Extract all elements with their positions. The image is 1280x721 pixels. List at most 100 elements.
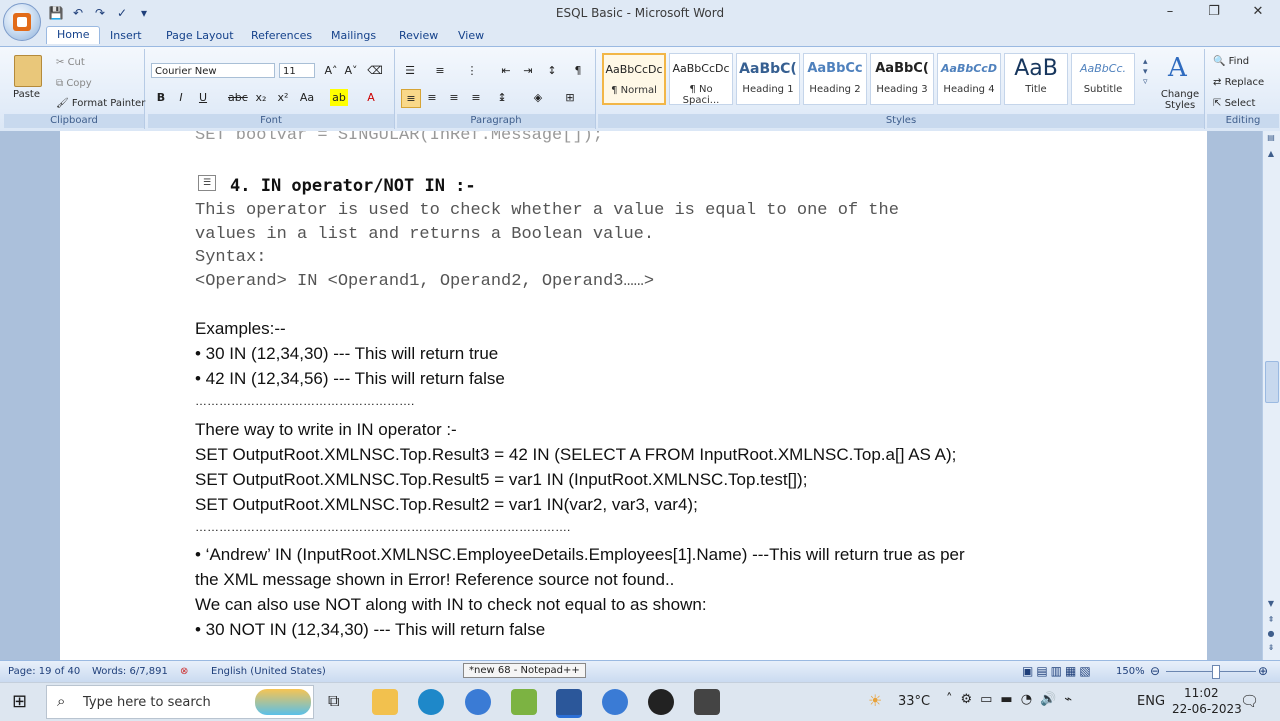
style-heading-4[interactable]: AaBbCcD Heading 4 [937,53,1001,105]
app-icon[interactable] [648,689,674,715]
justify-icon[interactable]: ≡ [467,89,485,106]
taskbar-search[interactable]: ⌕ Type here to search [46,685,314,719]
tab-page-layout[interactable]: Page Layout [166,29,234,42]
style-normal[interactable]: AaBbCcDc ¶ Normal [602,53,666,105]
line-spacing-icon[interactable]: ↨ [493,89,511,106]
shading-icon[interactable]: ◈ [529,89,547,106]
format-painter-button[interactable]: 🖌 Format Painter [56,98,145,109]
change-styles-button[interactable]: Change Styles [1160,89,1200,111]
clear-format-icon[interactable]: ⌫ [366,62,384,79]
change-case-icon[interactable]: Aa [298,89,316,106]
sort-icon[interactable]: ↕ [543,62,561,79]
align-left-icon[interactable]: ≡ [401,89,421,108]
view-buttons-icon[interactable]: ▣▤▥▦▧ [1022,664,1094,678]
globe-icon[interactable] [602,689,628,715]
cut-button[interactable]: ✂ Cut [56,57,85,68]
clock-date[interactable]: 22-06-2023 [1172,702,1242,716]
highlight-icon[interactable]: ab [330,89,348,106]
superscript-icon[interactable]: x² [274,89,292,106]
borders-icon[interactable]: ⊞ [561,89,579,106]
document-area[interactable]: SET boolvar = SINGULAR(InRef.Message[]);… [0,131,1263,660]
select-button[interactable]: ⇱ Select [1213,98,1255,109]
office-button[interactable] [3,3,41,41]
scroll-down-icon[interactable]: ▼ [1265,599,1277,611]
vertical-scrollbar[interactable]: ▤ ▲ ▼ ⇞ ● ⇟ [1262,131,1280,660]
bullets-icon[interactable]: ☰ [401,62,419,79]
subscript-icon[interactable]: x₂ [252,89,270,106]
shrink-font-icon[interactable]: A˅ [342,62,360,79]
paste-icon[interactable] [14,55,42,87]
show-marks-icon[interactable]: ¶ [569,62,587,79]
style-no-spacing[interactable]: AaBbCcDc ¶ No Spaci... [669,53,733,106]
paste-button[interactable]: Paste [13,89,40,100]
style-heading-1[interactable]: AaBbC(Heading 1 [736,53,800,105]
edge-icon[interactable] [418,689,444,715]
browser-icon[interactable] [465,689,491,715]
font-color-icon[interactable]: A [362,89,380,106]
next-page-icon[interactable]: ⇟ [1265,643,1277,655]
style-title[interactable]: AaB Title [1004,53,1068,105]
replace-icon: ⇄ [1213,77,1222,88]
tab-insert[interactable]: Insert [110,29,142,42]
maximize-button[interactable]: ❐ [1192,0,1236,24]
numbering-icon[interactable]: ≡ [431,62,449,79]
status-bar: Page: 19 of 40 Words: 6/7,891 ⊗ English … [0,660,1280,683]
increase-indent-icon[interactable]: ⇥ [519,62,537,79]
not-in-line: We can also use NOT along with IN to che… [195,595,707,614]
zoom-slider[interactable] [1166,671,1256,672]
notifications-icon[interactable]: 🗨 [1240,692,1259,710]
close-button[interactable]: ✕ [1236,0,1280,24]
replace-button[interactable]: ⇄ Replace [1213,77,1264,88]
tab-review[interactable]: Review [399,29,438,42]
word-count[interactable]: Words: 6/7,891 [92,666,168,677]
find-button[interactable]: 🔍 Find [1213,56,1249,67]
zoom-level[interactable]: 150% [1116,666,1145,677]
weather-temp[interactable]: 33°C [898,694,930,709]
tab-mailings[interactable]: Mailings [331,29,376,42]
file-explorer-icon[interactable] [372,689,398,715]
styles-scroll-icon[interactable]: ▴ ▾ ▿ [1143,57,1148,87]
zoom-slider-thumb[interactable] [1212,665,1220,679]
scroll-thumb[interactable] [1265,361,1279,403]
page-count[interactable]: Page: 19 of 40 [8,666,80,677]
word-icon[interactable] [556,689,582,718]
browse-object-icon[interactable]: ● [1265,629,1277,641]
edit-marker-icon[interactable]: ☰ [198,175,216,191]
align-center-icon[interactable]: ≡ [423,89,441,106]
zoom-out-icon[interactable]: ⊖ [1150,664,1160,678]
decrease-indent-icon[interactable]: ⇤ [497,62,515,79]
style-heading-2[interactable]: AaBbCc Heading 2 [803,53,867,105]
ruler-toggle-icon[interactable]: ▤ [1265,133,1277,145]
clock-time[interactable]: 11:02 [1184,686,1219,700]
window-app-icon[interactable] [694,689,720,715]
italic-icon[interactable]: I [172,89,190,106]
underline-icon[interactable]: U [194,89,212,106]
strikethrough-icon[interactable]: abc [228,89,248,106]
language-status[interactable]: English (United States) [211,666,326,677]
scroll-up-icon[interactable]: ▲ [1265,149,1277,161]
prev-page-icon[interactable]: ⇞ [1265,615,1277,627]
tab-references[interactable]: References [251,29,312,42]
input-language[interactable]: ENG [1137,694,1165,709]
style-heading-3[interactable]: AaBbC(Heading 3 [870,53,934,105]
zoom-in-icon[interactable]: ⊕ [1258,664,1268,678]
font-name-combo[interactable]: Courier New [151,63,275,78]
tab-view[interactable]: View [458,29,484,42]
style-subtitle[interactable]: AaBbCc. Subtitle [1071,53,1135,105]
task-view-icon[interactable]: ⧉ [328,691,339,711]
font-size-combo[interactable]: 11 [279,63,315,78]
tray-icons[interactable]: ˄⚙▭▬◔🔊⌁ [946,692,1080,707]
change-styles-icon[interactable]: A [1168,53,1187,83]
multilevel-list-icon[interactable]: ⋮ [463,62,481,79]
proofing-icon[interactable]: ⊗ [180,666,188,677]
notepadpp-icon[interactable] [511,689,537,715]
weather-icon[interactable]: ☀ [868,691,882,710]
search-icon: ⌕ [57,692,66,710]
tab-home[interactable]: Home [46,26,101,44]
windows-start-icon[interactable]: ⊞ [12,691,27,712]
minimize-button[interactable]: – [1148,0,1192,24]
copy-button[interactable]: ⧉ Copy [56,78,92,89]
align-right-icon[interactable]: ≡ [445,89,463,106]
grow-font-icon[interactable]: A˄ [322,62,340,79]
bold-icon[interactable]: B [152,89,170,106]
